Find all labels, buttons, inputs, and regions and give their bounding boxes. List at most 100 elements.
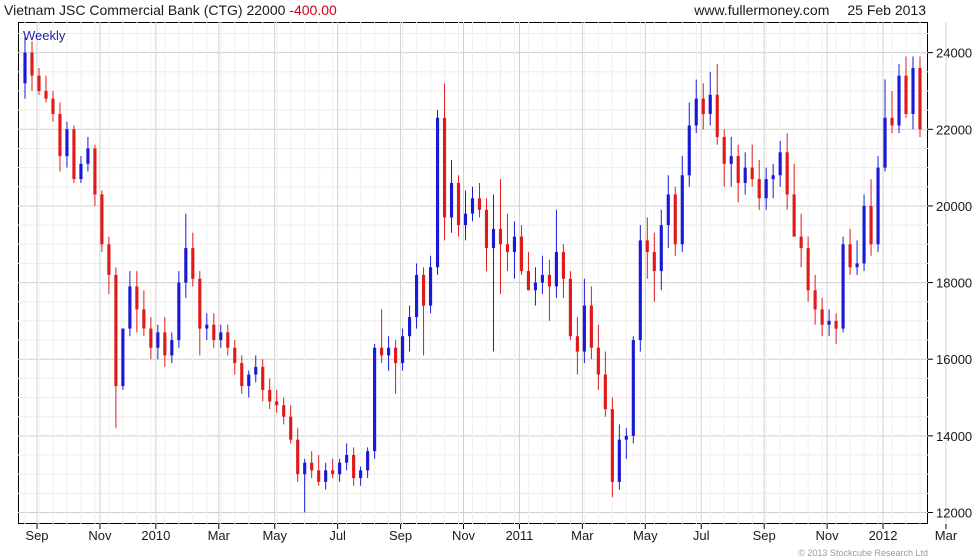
candle-down	[869, 179, 873, 256]
candle-down	[652, 232, 656, 302]
candle-down	[589, 286, 593, 360]
x-tick-label: Nov	[88, 528, 112, 543]
candle-body	[862, 205, 866, 264]
candle-body	[191, 248, 195, 279]
candle-body	[799, 236, 803, 249]
candle-up	[708, 71, 712, 126]
candle-up	[219, 324, 223, 348]
candle-up	[86, 136, 90, 172]
candle-up	[855, 240, 859, 275]
candle-body	[631, 340, 635, 436]
candle-up	[156, 324, 160, 360]
candle-up	[470, 186, 475, 222]
candle-up	[841, 236, 845, 333]
candle-body	[666, 194, 670, 226]
candle-body	[247, 374, 251, 387]
candle-body	[834, 320, 838, 329]
candle-body	[603, 374, 607, 410]
candle-body	[617, 439, 621, 482]
candle-down	[610, 397, 614, 498]
candle-body	[317, 470, 321, 482]
candle-body	[771, 175, 775, 180]
x-tick-label: Jul	[329, 528, 346, 543]
candle-up	[407, 305, 412, 352]
candle-body	[911, 67, 915, 114]
candle-up	[170, 332, 174, 364]
candle-body	[918, 67, 922, 130]
candle-up	[23, 37, 27, 99]
candle-body	[198, 278, 202, 329]
candle-down	[394, 340, 398, 394]
candle-down	[736, 144, 740, 203]
candle-body	[554, 251, 558, 287]
candle-down	[785, 133, 789, 210]
candle-body	[289, 416, 293, 440]
candle-body	[897, 75, 901, 126]
candle-body	[421, 274, 426, 306]
y-tick-label: 20000	[936, 199, 972, 214]
candle-up	[324, 462, 328, 490]
candle-up	[631, 336, 635, 444]
candle-up	[533, 267, 538, 306]
candle-body	[79, 163, 83, 180]
y-tick-label: 14000	[936, 429, 972, 444]
y-tick-label: 24000	[936, 46, 972, 61]
candle-body	[442, 117, 447, 218]
candle-down	[380, 309, 384, 364]
candle-body	[449, 182, 454, 218]
candle-down	[561, 244, 565, 298]
candle-body	[135, 286, 139, 310]
candle-up	[338, 458, 342, 482]
candle-up	[694, 79, 698, 134]
candle-down	[317, 455, 321, 486]
candle-body	[848, 244, 852, 268]
candle-body	[303, 462, 307, 475]
candle-body	[764, 179, 768, 199]
candle-up	[729, 136, 733, 187]
candle-up	[128, 271, 132, 337]
candle-body	[477, 198, 482, 210]
candle-up	[121, 328, 125, 390]
candle-down	[806, 236, 810, 302]
candle-down	[722, 129, 726, 187]
candle-down	[484, 198, 489, 272]
candle-up	[512, 221, 517, 279]
candle-body	[582, 305, 586, 352]
candle-down	[93, 144, 97, 206]
candle-body	[163, 332, 167, 356]
candle-down	[442, 83, 447, 241]
candle-down	[547, 259, 551, 321]
candle-down	[603, 351, 607, 417]
candle-down	[114, 267, 118, 429]
candle-down	[142, 290, 146, 337]
candle-up	[79, 156, 83, 183]
candle-down	[44, 75, 48, 103]
candle-body	[233, 347, 237, 364]
candle-up	[387, 336, 391, 371]
candle-body	[149, 328, 153, 348]
candle-up	[435, 110, 440, 275]
candle-down	[100, 190, 104, 252]
candle-body	[526, 271, 531, 291]
candle-body	[184, 248, 188, 283]
candle-body	[722, 136, 726, 164]
candle-body	[827, 320, 831, 325]
candle-up	[687, 102, 691, 187]
candle-up	[366, 447, 370, 479]
candle-body	[121, 328, 125, 387]
candle-body	[505, 244, 510, 252]
candle-down	[715, 64, 719, 145]
candle-body	[785, 152, 789, 195]
candle-body	[883, 117, 887, 168]
candle-up	[428, 255, 433, 314]
x-tick-label: Sep	[25, 528, 48, 543]
candle-body	[100, 194, 104, 245]
candle-up	[827, 309, 831, 337]
candle-up	[582, 278, 586, 364]
candle-body	[512, 236, 517, 252]
candle-down	[575, 317, 579, 375]
candle-up	[771, 163, 775, 199]
candle-body	[778, 152, 782, 176]
candle-body	[254, 366, 258, 375]
candle-down	[568, 271, 572, 341]
